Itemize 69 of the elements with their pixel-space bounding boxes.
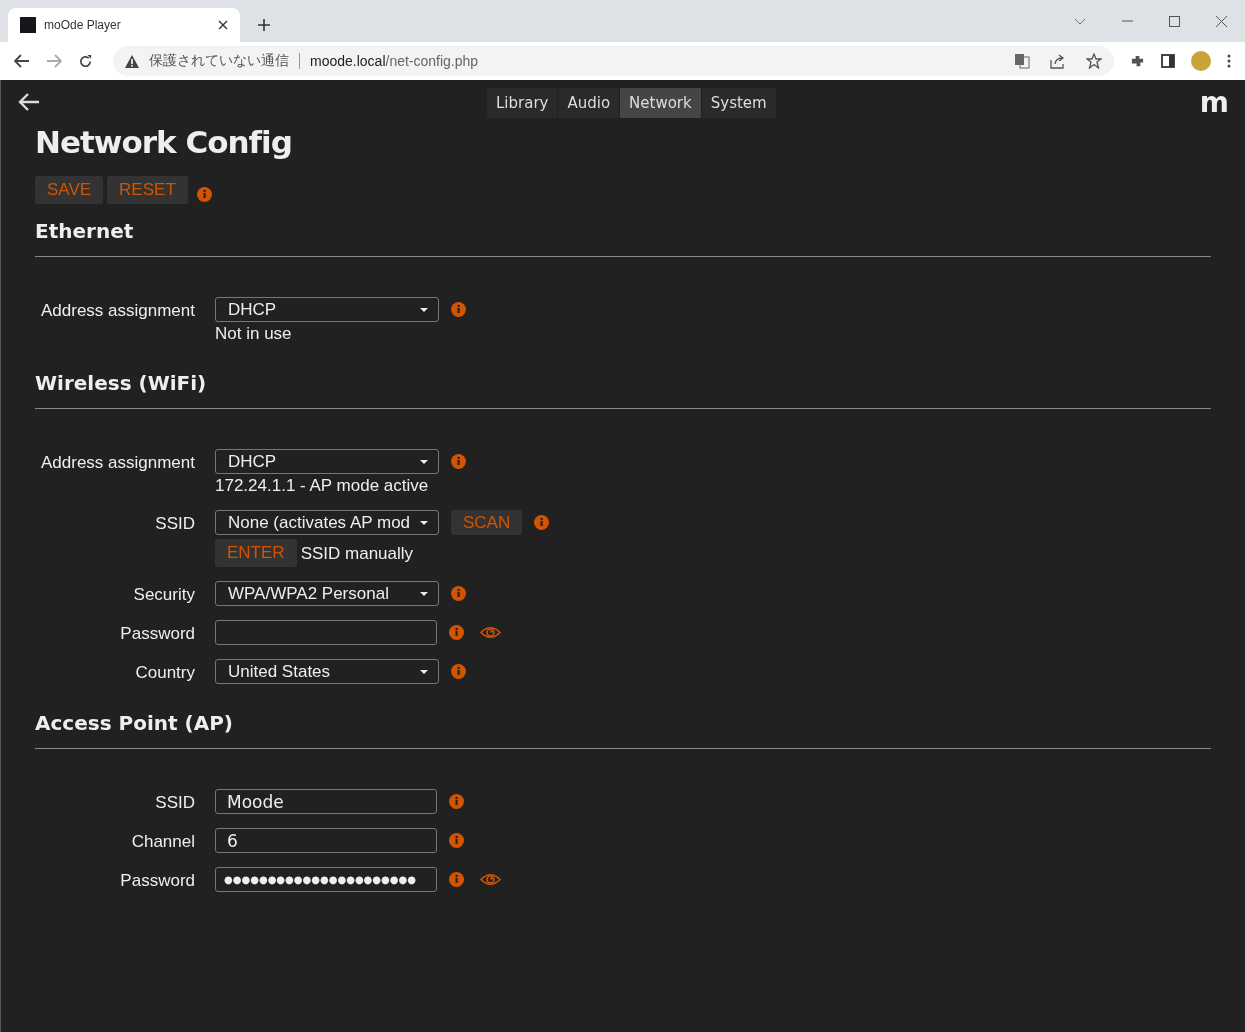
side-panel-icon[interactable] bbox=[1161, 54, 1175, 68]
back-icon[interactable] bbox=[14, 54, 30, 68]
text-field[interactable]: 6 bbox=[215, 828, 437, 853]
text-field[interactable] bbox=[215, 620, 437, 645]
back-arrow-icon[interactable] bbox=[18, 93, 40, 111]
address-bar[interactable]: 保護されていない通信 moode.local/net-config.php bbox=[113, 46, 1114, 76]
caret-icon bbox=[420, 520, 428, 525]
info-icon[interactable] bbox=[534, 515, 550, 530]
site-favicon-icon bbox=[20, 17, 36, 33]
reload-icon[interactable] bbox=[78, 53, 93, 69]
new-tab-icon[interactable] bbox=[258, 19, 270, 31]
info-icon[interactable] bbox=[451, 302, 466, 317]
field-label: Address assignment bbox=[39, 452, 195, 473]
page-title: Network Config bbox=[35, 124, 293, 162]
field-label: Password bbox=[119, 623, 195, 644]
tab-search-icon[interactable] bbox=[1074, 17, 1086, 25]
enter-hint: SSID manually bbox=[300, 544, 414, 564]
nav-tab[interactable]: Audio bbox=[558, 88, 620, 118]
info-icon[interactable] bbox=[449, 625, 464, 640]
menu-icon[interactable] bbox=[1227, 54, 1231, 68]
text-field[interactable]: ●●●●●●●●●●●●●●●●●●●●●● bbox=[215, 867, 437, 892]
text-field[interactable]: Moode bbox=[215, 789, 437, 814]
nav-tab[interactable]: Library bbox=[487, 88, 558, 118]
status-note: 172.24.1.1 - AP mode active bbox=[215, 476, 430, 496]
section-title: Ethernet bbox=[35, 218, 135, 245]
nav-tab[interactable]: System bbox=[701, 88, 776, 118]
field-label: SSID bbox=[154, 513, 195, 534]
caret-icon bbox=[420, 307, 428, 312]
field-label: Channel bbox=[130, 831, 195, 852]
field-label: Country bbox=[134, 662, 195, 683]
info-icon[interactable] bbox=[451, 454, 466, 469]
maximize-icon[interactable] bbox=[1169, 15, 1180, 27]
share-icon[interactable] bbox=[1050, 53, 1066, 69]
browser-tab[interactable]: moOde Player bbox=[8, 8, 240, 42]
field-label: SSID bbox=[154, 792, 195, 813]
tab-title: moOde Player bbox=[44, 18, 122, 32]
eye-icon[interactable] bbox=[480, 873, 501, 886]
forward-icon[interactable] bbox=[46, 54, 62, 68]
caret-icon bbox=[420, 669, 428, 674]
close-window-icon[interactable] bbox=[1216, 15, 1227, 27]
info-icon[interactable] bbox=[451, 664, 466, 679]
section-title: Access Point (AP) bbox=[35, 710, 234, 737]
dropdown[interactable]: DHCP bbox=[215, 449, 439, 474]
field-label: Address assignment bbox=[39, 300, 195, 321]
caret-icon bbox=[420, 459, 428, 464]
caret-icon bbox=[420, 591, 428, 596]
status-note: Not in use bbox=[215, 324, 293, 344]
dropdown[interactable]: WPA/WPA2 Personal bbox=[215, 581, 439, 606]
info-icon[interactable] bbox=[449, 872, 464, 887]
logo[interactable]: m bbox=[1199, 86, 1229, 119]
info-icon[interactable] bbox=[449, 833, 464, 848]
field-label: Security bbox=[132, 584, 195, 605]
nav-tab[interactable]: Network bbox=[620, 88, 701, 118]
info-icon[interactable] bbox=[196, 186, 212, 202]
url-text: moode.local/net-config.php bbox=[310, 53, 479, 69]
profile-avatar-icon[interactable] bbox=[1191, 51, 1211, 71]
star-icon[interactable] bbox=[1086, 53, 1102, 69]
close-tab-icon[interactable] bbox=[218, 20, 228, 30]
field-label: Password bbox=[119, 870, 195, 891]
dropdown[interactable]: DHCP bbox=[215, 297, 439, 322]
security-warning: 保護されていない通信 bbox=[149, 52, 289, 70]
info-icon[interactable] bbox=[451, 586, 466, 601]
translate-icon[interactable] bbox=[1014, 53, 1030, 69]
section-title: Wireless (WiFi) bbox=[35, 370, 208, 397]
dropdown[interactable]: None (activates AP mod bbox=[215, 510, 439, 535]
info-icon[interactable] bbox=[449, 794, 464, 809]
dropdown[interactable]: United States bbox=[215, 659, 439, 684]
eye-icon[interactable] bbox=[480, 626, 501, 639]
warning-icon bbox=[125, 54, 139, 68]
